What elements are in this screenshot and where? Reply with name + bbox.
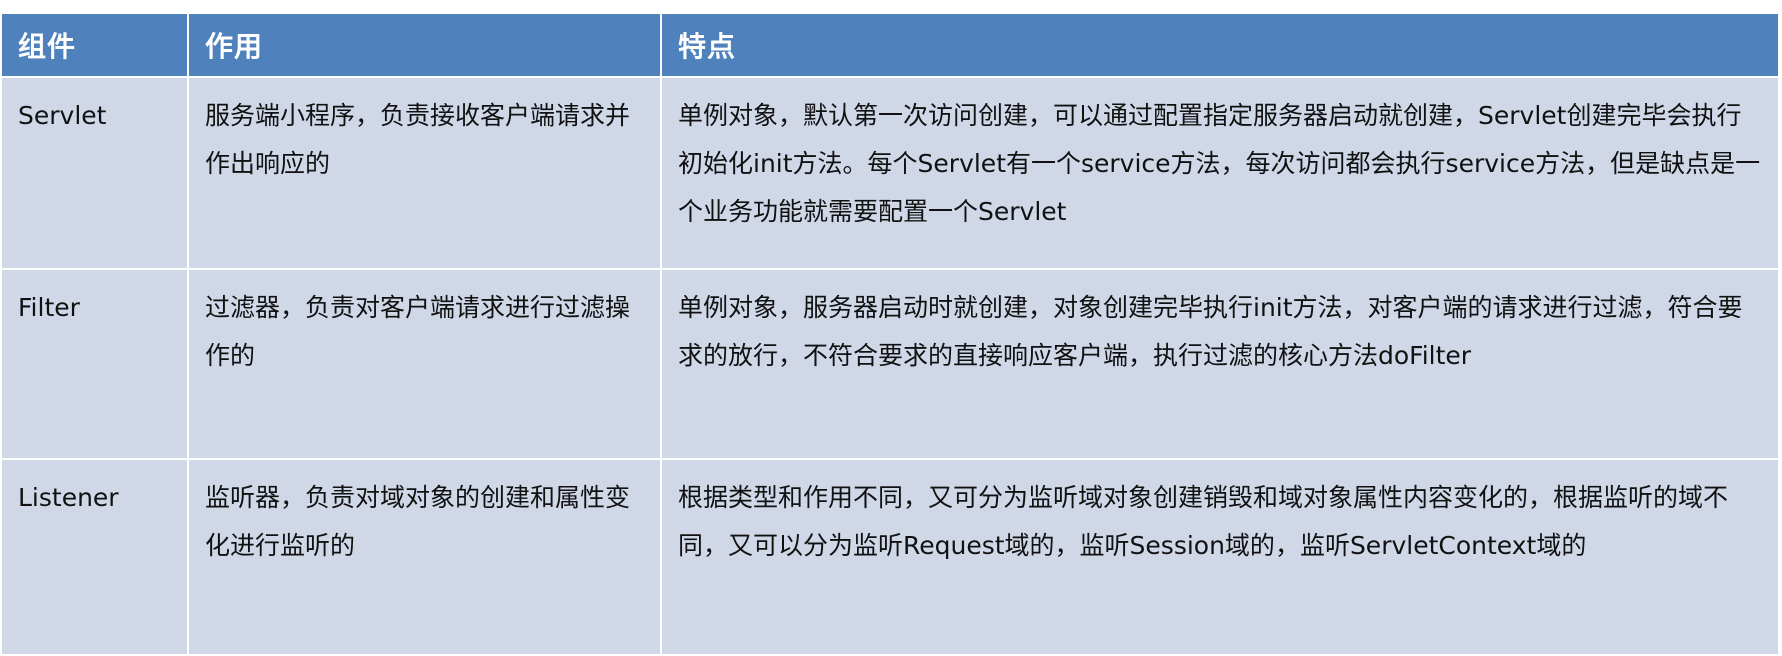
header-features: 特点 — [661, 14, 1778, 78]
header-component: 组件 — [2, 14, 189, 78]
table-row: Servlet 服务端小程序，负责接收客户端请求并作出响应的 单例对象，默认第一… — [2, 77, 1778, 270]
comparison-table-container: 组件 作用 特点 Servlet 服务端小程序，负责接收客户端请求并作出响应的 … — [2, 14, 1778, 656]
cell-role: 过滤器，负责对客户端请求进行过滤操作的 — [188, 269, 662, 460]
cell-features: 根据类型和作用不同，又可分为监听域对象创建销毁和域对象属性内容变化的，根据监听的… — [661, 459, 1778, 656]
table-row: Listener 监听器，负责对域对象的创建和属性变化进行监听的 根据类型和作用… — [2, 459, 1778, 656]
header-row: 组件 作用 特点 — [2, 14, 1778, 78]
component-comparison-table: 组件 作用 特点 Servlet 服务端小程序，负责接收客户端请求并作出响应的 … — [2, 14, 1778, 656]
table-row: Filter 过滤器，负责对客户端请求进行过滤操作的 单例对象，服务器启动时就创… — [2, 269, 1778, 460]
cell-component: Listener — [2, 459, 189, 656]
cell-role: 服务端小程序，负责接收客户端请求并作出响应的 — [188, 77, 662, 270]
cell-component: Filter — [2, 269, 189, 460]
cell-features: 单例对象，默认第一次访问创建，可以通过配置指定服务器启动就创建，Servlet创… — [661, 77, 1778, 270]
cell-component: Servlet — [2, 77, 189, 270]
cell-features: 单例对象，服务器启动时就创建，对象创建完毕执行init方法，对客户端的请求进行过… — [661, 269, 1778, 460]
table-body: Servlet 服务端小程序，负责接收客户端请求并作出响应的 单例对象，默认第一… — [2, 77, 1778, 656]
cell-role: 监听器，负责对域对象的创建和属性变化进行监听的 — [188, 459, 662, 656]
table-header: 组件 作用 特点 — [2, 14, 1778, 78]
header-role: 作用 — [188, 14, 662, 78]
